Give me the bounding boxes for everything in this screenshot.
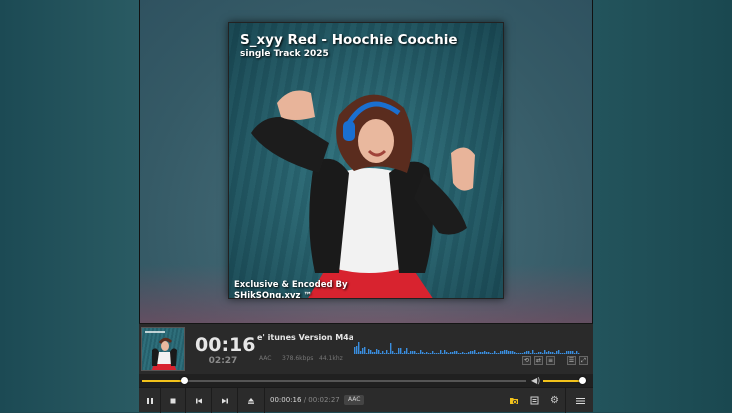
format-badge: AAC [344,395,365,405]
album-art-credit-line1: Exclusive & Encoded By [234,280,348,290]
seek-bar-row: ◀) [139,374,593,387]
search-folder-button[interactable] [504,388,524,413]
pause-icon [146,397,153,404]
menu-button[interactable] [567,388,593,413]
repeat-icon[interactable]: ⟲ [522,356,531,365]
codec-label: AAC [259,355,272,362]
bitrate-label: 378.6kbps [282,355,314,362]
stop-icon [170,398,176,403]
mini-button-group: ⟲ ⇄ ≡ ☰ ⤢ [522,356,588,365]
stop-button[interactable] [161,388,186,413]
playlist-icon[interactable]: ☰ [567,356,576,365]
fullscreen-icon[interactable]: ⤢ [579,356,588,365]
album-thumbnail[interactable] [141,327,185,371]
album-art-credit-line2: SHikSOng.xyz ™ [234,291,312,299]
pause-button[interactable] [139,388,161,413]
album-art-title: S_xyy Red - Hoochie Coochie [240,32,458,48]
elapsed-time: 00:16 [195,334,256,356]
volume-slider[interactable] [543,377,586,384]
seek-bar-fill [142,380,184,382]
thumbnail-figure [145,331,177,370]
library-button[interactable] [524,388,544,413]
previous-icon [195,398,202,403]
track-title-marquee: e' itunes Version M4a - Shil [257,333,353,342]
volume-slider-handle[interactable] [579,377,586,384]
current-time: 00:00:16 [270,396,302,404]
equalizer-icon[interactable]: ≡ [546,356,555,365]
seek-bar-handle[interactable] [180,377,188,384]
album-art: S_xyy Red - Hoochie Coochie single Track… [228,22,504,299]
samplerate-label: 44.1khz [319,355,343,362]
volume-slider-fill [543,380,583,382]
eject-button[interactable] [238,388,265,413]
time-readout: 00:00:16 / 00:02:27 [270,396,340,404]
next-icon [221,398,228,403]
previous-button[interactable] [186,388,212,413]
time-separator: / [303,396,307,404]
now-playing-bar: 00:16 02:27 e' itunes Version M4a - Shil… [139,323,593,374]
next-button[interactable] [212,388,238,413]
volume-icon[interactable]: ◀) [531,376,540,385]
settings-button[interactable]: ⚙ [544,388,566,413]
library-icon [530,396,538,405]
eject-icon [248,397,254,404]
spectrum-visualizer [354,342,580,354]
gear-icon: ⚙ [550,395,559,406]
folder-search-icon [510,398,518,405]
album-art-subtitle: single Track 2025 [240,49,329,59]
track-duration: 02:27 [208,356,238,366]
control-bar: 00:00:16 / 00:02:27 AAC ⚙ [139,387,593,413]
total-time: 00:02:27 [308,396,340,404]
hamburger-menu-icon [575,397,585,404]
shuffle-icon[interactable]: ⇄ [534,356,543,365]
album-art-figure [251,90,475,298]
seek-bar[interactable] [142,377,526,384]
